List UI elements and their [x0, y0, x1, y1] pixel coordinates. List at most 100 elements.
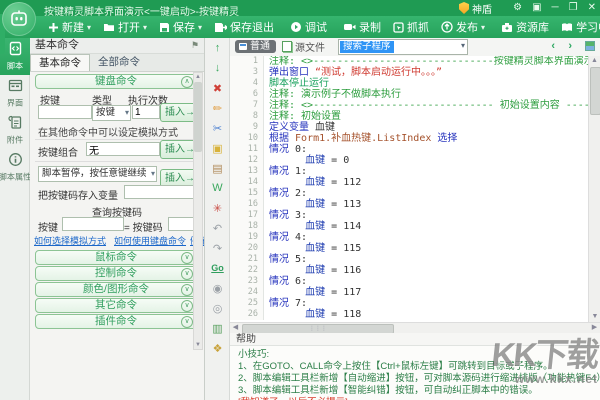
scroll-up-icon[interactable]: ▲	[194, 73, 202, 81]
sidebar-item-附件[interactable]: 附件	[0, 112, 30, 149]
panel-scroll-thumb[interactable]	[194, 82, 202, 152]
copy-icon[interactable]: ▣	[205, 138, 230, 158]
sidebar-item-界面[interactable]: 界面	[0, 75, 30, 112]
link-keyboard-help[interactable]: 如何使用键盘命令	[114, 234, 186, 247]
expand-icon[interactable]: ∨	[181, 252, 193, 264]
toolbar-button-抓抓[interactable]: 抓抓	[387, 17, 435, 37]
toolbar-button-保存退出[interactable]: 保存退出	[208, 17, 280, 37]
code-line[interactable]: 3弹出窗口 “测试，脚本启动运行中。。。”	[230, 67, 588, 78]
code-line[interactable]: 7注释: <>------------------------------ 初始…	[230, 100, 588, 111]
paste-icon[interactable]: ▤	[205, 158, 230, 178]
toolbar-button-打开[interactable]: 打开▾	[97, 17, 153, 37]
code-line[interactable]: 26 血键 = 118	[230, 309, 588, 320]
maximize-icon[interactable]: ❐	[569, 0, 578, 16]
code-area[interactable]: 1注释: <>------------------------------按键精…	[230, 56, 588, 322]
edit-line-icon[interactable]: ✏	[205, 98, 230, 118]
export-icon[interactable]: ▥	[205, 318, 230, 338]
code-line[interactable]: 22 血键 = 116	[230, 265, 588, 276]
section-颜色/图形命令[interactable]: 颜色/图形命令∨	[35, 282, 197, 297]
close-icon[interactable]: ✕	[588, 0, 596, 16]
comment-icon[interactable]: ✳	[205, 198, 230, 218]
misc-icon[interactable]: ❖	[205, 338, 230, 358]
toolbar-button-调试[interactable]: 调试	[284, 17, 333, 37]
shield-badge[interactable]: 神盾	[459, 1, 492, 15]
toolbar-button-发布[interactable]: 发布▾	[435, 17, 491, 37]
settings-icon[interactable]: ⚙	[513, 0, 522, 16]
toolbar-button-录制[interactable]: 录制	[337, 17, 387, 37]
scroll-right-icon[interactable]: ▶	[589, 323, 600, 333]
word-wrap-icon[interactable]: W	[205, 178, 230, 198]
undo-icon[interactable]: ↶	[205, 218, 230, 238]
code-line[interactable]: 19情况 4:	[230, 232, 588, 243]
tab-basic-commands[interactable]: 基本命令	[30, 54, 90, 71]
expand-icon[interactable]: ∨	[181, 300, 193, 312]
code-line[interactable]: 23情况 6:	[230, 276, 588, 287]
help-tab[interactable]: 帮助	[230, 333, 600, 346]
minimize-icon[interactable]: ─	[552, 0, 559, 16]
code-line[interactable]: 17情况 3:	[230, 210, 588, 221]
code-line[interactable]: 21情况 5:	[230, 254, 588, 265]
pause-select[interactable]: 脚本暂停，按任意键继续	[38, 166, 157, 182]
collapse-icon[interactable]: ∧	[181, 76, 193, 88]
code-line[interactable]: 24 血键 = 117	[230, 287, 588, 298]
section-插件命令[interactable]: 插件命令∨	[35, 314, 197, 329]
key-type-select[interactable]: 按键	[92, 105, 131, 121]
expand-icon[interactable]: ∨	[181, 284, 193, 296]
normal-mode-button[interactable]: 普通	[235, 40, 276, 53]
code-line[interactable]: 1注释: <>------------------------------按键精…	[230, 56, 588, 67]
code-line[interactable]: 16 血键 = 113	[230, 199, 588, 210]
panel-scrollbar[interactable]: ▲ ▼	[193, 72, 203, 350]
section-其它命令[interactable]: 其它命令∨	[35, 298, 197, 313]
tab-all-commands[interactable]: 全部命令	[90, 54, 148, 71]
code-line[interactable]: 6注释: 演示例子不做脚本执行	[230, 89, 588, 100]
combo-input[interactable]	[86, 142, 160, 156]
code-line[interactable]: 20 血键 = 115	[230, 243, 588, 254]
section-鼠标命令[interactable]: 鼠标命令∨	[35, 250, 197, 265]
code-line[interactable]: 11情况 0:	[230, 144, 588, 155]
code-line[interactable]: 13情况 1:	[230, 166, 588, 177]
toolbar-button-新建[interactable]: 新建▾	[42, 17, 97, 37]
sidebar-item-脚本属性[interactable]: 脚本属性	[0, 149, 30, 186]
source-file-button[interactable]: 源文件	[282, 40, 325, 53]
scroll-left-icon[interactable]: ◀	[230, 323, 241, 333]
toolbar-button-学习中心[interactable]: 学习中心	[555, 17, 600, 37]
delete-line-icon[interactable]: ✖	[205, 78, 230, 98]
code-line[interactable]: 4脚本停止运行	[230, 78, 588, 89]
scroll-down-icon[interactable]: ▼	[589, 312, 600, 322]
layout-grid-icon[interactable]	[585, 41, 595, 51]
goto-line-icon[interactable]: Go	[205, 258, 230, 278]
v-scroll-thumb[interactable]	[590, 67, 600, 115]
key-input[interactable]	[38, 105, 92, 119]
subroutine-search-combobox[interactable]: 搜索子程序	[338, 39, 468, 55]
vertical-scrollbar[interactable]: ▲ ▼	[588, 56, 600, 322]
code-line[interactable]: 8注释: 初始设置	[230, 111, 588, 122]
section-keyboard-commands[interactable]: 键盘命令 ∧	[35, 74, 197, 89]
code-line[interactable]: 10根据 Form1.补血热键.ListIndex 选择	[230, 133, 588, 144]
scroll-down-icon[interactable]: ▼	[194, 341, 202, 349]
scroll-up-icon[interactable]: ▲	[589, 56, 600, 66]
query-key-input[interactable]	[62, 217, 124, 231]
count-input[interactable]	[132, 105, 160, 119]
code-line[interactable]: 9定义变量 血键	[230, 122, 588, 133]
insert-line-above-icon[interactable]: ↑	[205, 38, 230, 58]
section-控制命令[interactable]: 控制命令∨	[35, 266, 197, 281]
horizontal-scrollbar[interactable]: ◀ ⋮⋮⋮ ▶	[230, 322, 600, 333]
redo-icon[interactable]: ↷	[205, 238, 230, 258]
find-icon[interactable]: ◉	[205, 278, 230, 298]
nav-forward-icon[interactable]: ›	[568, 40, 572, 52]
insert-line-below-icon[interactable]: ↓	[205, 58, 230, 78]
expand-icon[interactable]: ∨	[181, 268, 193, 280]
code-line[interactable]: 15情况 2:	[230, 188, 588, 199]
cut-icon[interactable]: ✂	[205, 118, 230, 138]
store-keycode-input[interactable]	[124, 185, 198, 199]
find-next-icon[interactable]: ◎	[205, 298, 230, 318]
code-line[interactable]: 25情况 7:	[230, 298, 588, 309]
toolbar-button-保存[interactable]: 保存▾	[153, 17, 208, 37]
code-line[interactable]: 14 血键 = 112	[230, 177, 588, 188]
mini-mode-icon[interactable]: ▣	[532, 0, 541, 16]
link-simulate-help[interactable]: 如何选择模拟方式	[34, 234, 106, 247]
nav-back-icon[interactable]: ‹	[551, 40, 555, 52]
toolbar-button-资源库[interactable]: 资源库	[495, 17, 555, 37]
code-line[interactable]: 12 血键 = 0	[230, 155, 588, 166]
expand-icon[interactable]: ∨	[181, 316, 193, 328]
